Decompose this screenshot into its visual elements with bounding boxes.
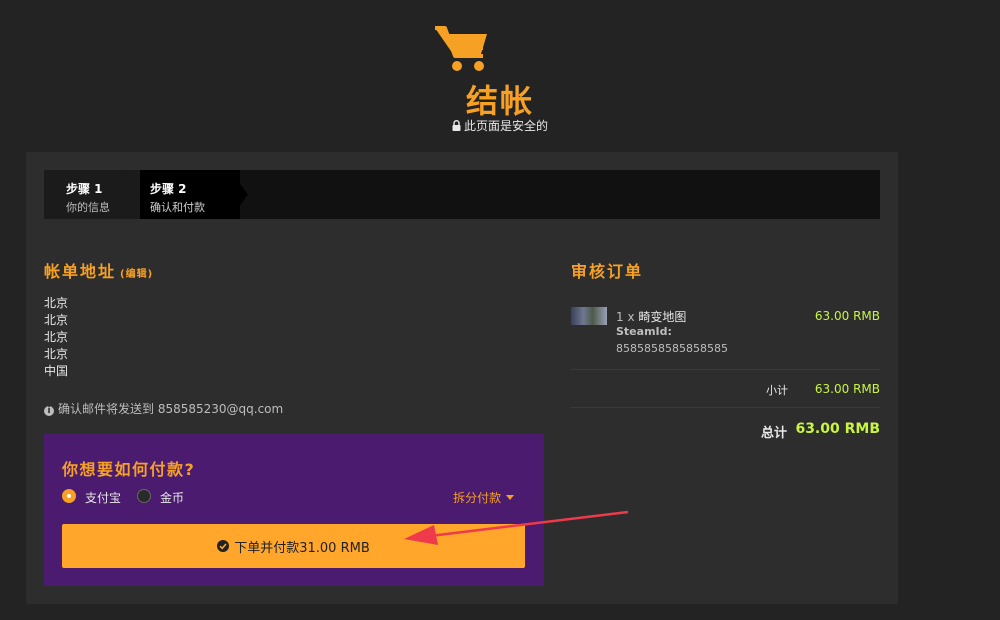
edit-address-link[interactable]: (编辑) [120,269,153,280]
item-quantity: 1 x [616,310,635,324]
shopping-cart-icon [435,26,487,71]
secure-note-text: 此页面是安全的 [463,119,548,133]
page-title: 结帐 [465,82,534,120]
split-payment-label: 拆分付款 [453,491,502,505]
email-confirmation-note: i 确认邮件将发送到 858585230@qq.com [44,400,283,417]
item-price: 63.00 RMB [814,309,880,323]
step-2: 步骤 2 确认和付款 [140,170,240,219]
split-payment-link[interactable]: 拆分付款 [453,489,514,506]
step-2-label: 确认和付款 [150,201,205,214]
subtotal-label: 小计 [766,384,788,397]
steam-id-label: SteamId: [616,325,672,338]
radio-alipay[interactable] [62,489,76,503]
item-thumbnail [571,307,607,325]
secure-note: 此页面是安全的 [0,117,1000,134]
caret-down-icon [506,495,514,500]
order-review-title: 审核订单 [571,262,644,281]
step-divider-arrow [122,170,140,219]
divider [571,407,880,408]
radio-coins-label[interactable]: 金币 [160,489,184,506]
total-label: 总计 [761,426,788,441]
address-line: 北京 [44,347,69,361]
step-active-arrow [230,170,248,219]
address-line: 中国 [44,364,69,378]
annotation-arrow-icon [404,510,629,545]
divider [571,369,880,370]
email-note-text: 确认邮件将发送到 858585230@qq.com [58,402,284,416]
check-circle-icon [217,540,230,552]
steam-id-value: 8585858585858585 [616,342,728,355]
radio-coins[interactable] [137,489,151,503]
item-name: 畸变地图 [638,310,687,324]
billing-address-title: 帐单地址 (编辑) [44,258,153,282]
info-icon: i [44,406,54,416]
billing-address-heading: 帐单地址 [44,262,117,281]
radio-alipay-label[interactable]: 支付宝 [85,489,121,506]
payment-title: 你想要如何付款? [62,460,196,479]
step-2-number: 步骤 2 [150,182,187,196]
item-line: 1 x 畸变地图 [616,308,686,325]
total-value: 63.00 RMB [795,421,880,437]
step-progress-bar: 步骤 1 你的信息 步骤 2 确认和付款 [44,170,880,219]
lock-icon [452,120,461,131]
address-block: 北京 北京 北京 北京 中国 [44,295,68,380]
address-line: 北京 [44,296,69,310]
place-order-label: 下单并付款31.00 RMB [234,540,370,556]
address-line: 北京 [44,313,69,327]
address-line: 北京 [44,330,69,344]
subtotal-value: 63.00 RMB [814,382,880,396]
